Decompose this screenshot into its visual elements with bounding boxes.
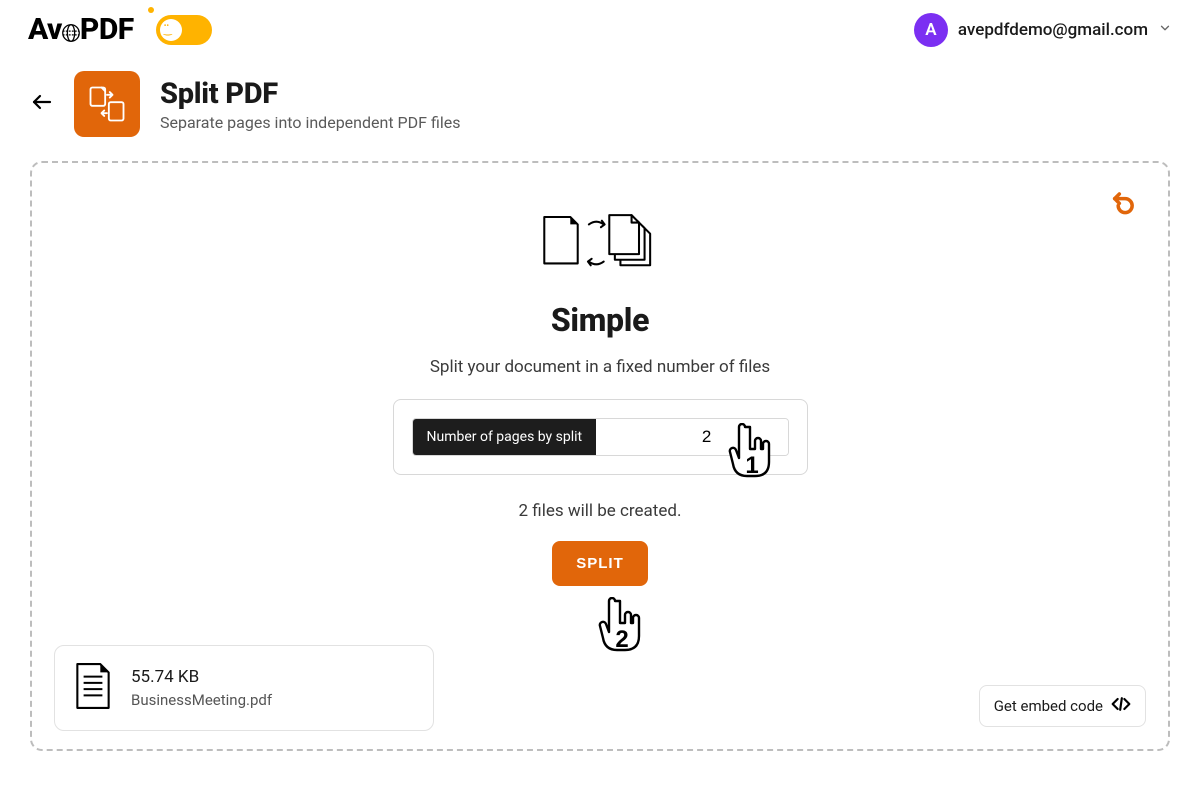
globe-icon [60, 14, 82, 49]
app-logo[interactable]: Av PDF [28, 12, 134, 47]
center-column: Simple Split your document in a fixed nu… [52, 195, 1148, 586]
theme-toggle[interactable] [156, 15, 212, 45]
tool-title: Split PDF [160, 77, 460, 111]
split-illustration-icon [535, 207, 665, 283]
logo-prefix: Av [28, 12, 62, 47]
logo-suffix: PDF [80, 12, 134, 47]
brand-area: Av PDF [28, 12, 212, 47]
document-icon [73, 662, 113, 714]
file-name: BusinessMeeting.pdf [131, 691, 272, 709]
code-icon [1111, 696, 1131, 716]
tool-header: Split PDF Separate pages into independen… [0, 51, 1200, 161]
avatar-initial: A [925, 20, 936, 40]
top-bar: Av PDF A avepdfdemo@gmail.com [0, 0, 1200, 51]
param-card: Number of pages by split [393, 399, 808, 475]
back-arrow-icon[interactable] [30, 90, 54, 118]
avatar: A [914, 13, 948, 47]
param-label: Number of pages by split [413, 419, 597, 455]
chevron-down-icon [1158, 20, 1172, 39]
callout-number: 2 [615, 626, 628, 653]
status-line: 2 files will be created. [519, 501, 682, 521]
tool-title-block: Split PDF Separate pages into independen… [160, 77, 460, 132]
split-button[interactable]: SPLIT [552, 541, 648, 586]
file-size: 55.74 KB [131, 667, 272, 687]
mode-description: Split your document in a fixed number of… [430, 357, 770, 377]
undo-icon[interactable] [1110, 187, 1138, 219]
get-embed-code-button[interactable]: Get embed code [979, 685, 1146, 727]
tool-subtitle: Separate pages into independent PDF file… [160, 113, 460, 132]
mode-title: Simple [551, 301, 649, 339]
embed-label: Get embed code [994, 697, 1103, 715]
user-email: avepdfdemo@gmail.com [958, 20, 1148, 40]
split-pdf-icon [74, 71, 140, 137]
param-input-group: Number of pages by split [412, 418, 789, 456]
pages-per-split-input[interactable] [596, 419, 788, 455]
split-button-label: SPLIT [576, 555, 624, 572]
account-menu[interactable]: A avepdfdemo@gmail.com [914, 13, 1172, 47]
file-chip[interactable]: 55.74 KB BusinessMeeting.pdf [54, 645, 434, 731]
file-texts: 55.74 KB BusinessMeeting.pdf [131, 667, 272, 709]
cursor-callout-2: 2 [596, 597, 646, 665]
workarea: Simple Split your document in a fixed nu… [30, 161, 1170, 751]
